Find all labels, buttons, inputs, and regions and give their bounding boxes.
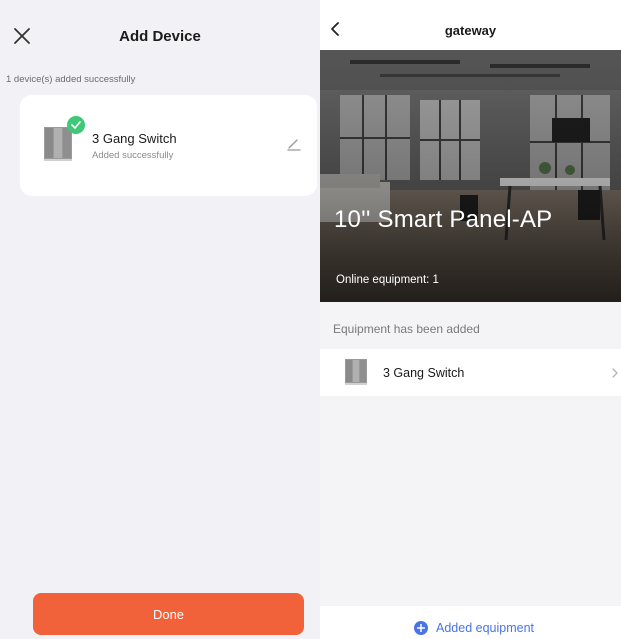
equipment-name: 3 Gang Switch bbox=[383, 366, 465, 380]
gateway-title: gateway bbox=[444, 23, 497, 38]
added-count-text: 1 device(s) added successfully bbox=[6, 74, 136, 85]
gateway-header: gateway bbox=[320, 0, 621, 50]
online-equipment-text: Online equipment: 1 bbox=[336, 274, 439, 286]
device-name: 3 Gang Switch bbox=[92, 131, 177, 146]
add-equipment-label: Added equipment bbox=[436, 621, 534, 635]
add-device-header: Add Device bbox=[0, 0, 320, 70]
section-label: Equipment has been added bbox=[333, 322, 480, 336]
device-card: 3 Gang Switch Added successfully bbox=[20, 95, 317, 196]
device-status: Added successfully bbox=[92, 150, 174, 161]
add-equipment-button[interactable]: Added equipment bbox=[414, 621, 534, 635]
gateway-screen: gateway 10'' Smart Panel-AP Online equip… bbox=[320, 0, 621, 639]
done-button[interactable]: Done bbox=[33, 593, 304, 635]
edit-icon[interactable] bbox=[286, 136, 302, 152]
add-device-screen: Add Device 1 device(s) added successfull… bbox=[0, 0, 320, 639]
list-item[interactable]: 3 Gang Switch bbox=[320, 349, 621, 396]
plus-icon bbox=[414, 621, 428, 635]
page-title: Add Device bbox=[119, 28, 201, 45]
switch-device-icon bbox=[345, 359, 367, 385]
panel-name: 10'' Smart Panel-AP bbox=[334, 206, 553, 233]
check-icon bbox=[67, 116, 85, 134]
switch-device-icon bbox=[44, 127, 72, 161]
room-image: 10'' Smart Panel-AP Online equipment: 1 bbox=[320, 50, 621, 302]
bottom-bar: Added equipment bbox=[320, 606, 621, 639]
chevron-right-icon bbox=[611, 366, 619, 378]
